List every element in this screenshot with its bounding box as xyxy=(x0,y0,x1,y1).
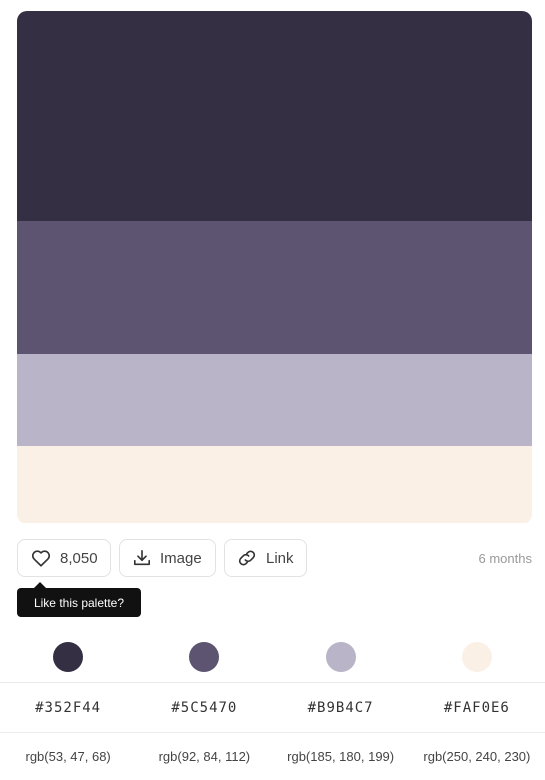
copy-link-button[interactable]: Link xyxy=(224,539,307,577)
link-label: Link xyxy=(266,549,294,567)
color-dot[interactable] xyxy=(325,642,356,672)
color-dot[interactable] xyxy=(53,642,84,672)
download-icon xyxy=(133,549,151,567)
image-label: Image xyxy=(160,549,202,567)
color-dot[interactable] xyxy=(461,642,492,672)
divider xyxy=(0,732,545,733)
heart-icon xyxy=(31,549,51,567)
color-dot[interactable] xyxy=(189,642,220,672)
download-image-button[interactable]: Image xyxy=(119,539,216,577)
palette-swatch[interactable] xyxy=(17,11,532,221)
palette-actions: 8,050 Image Link 6 months xyxy=(17,539,532,577)
rgb-value[interactable]: rgb(185, 180, 199) xyxy=(287,749,394,764)
color-dots-row xyxy=(0,642,545,672)
hex-code[interactable]: #352F44 xyxy=(35,700,101,716)
palette-swatch[interactable] xyxy=(17,446,532,523)
hex-code[interactable]: #B9B4C7 xyxy=(308,700,374,716)
rgb-value[interactable]: rgb(53, 47, 68) xyxy=(25,749,110,764)
rgb-value[interactable]: rgb(250, 240, 230) xyxy=(423,749,530,764)
palette-preview[interactable] xyxy=(17,11,532,524)
rgb-values-row: rgb(53, 47, 68) rgb(92, 84, 112) rgb(185… xyxy=(0,746,545,766)
rgb-value[interactable]: rgb(92, 84, 112) xyxy=(159,749,251,764)
like-button[interactable]: 8,050 xyxy=(17,539,111,577)
like-tooltip: Like this palette? xyxy=(17,582,141,617)
palette-age: 6 months xyxy=(478,551,532,566)
like-count: 8,050 xyxy=(60,549,98,567)
hex-code[interactable]: #FAF0E6 xyxy=(444,700,510,716)
palette-swatch[interactable] xyxy=(17,354,532,446)
tooltip-text: Like this palette? xyxy=(33,595,125,610)
divider xyxy=(0,682,545,683)
palette-swatch[interactable] xyxy=(17,221,532,354)
link-icon xyxy=(237,549,257,567)
hex-code[interactable]: #5C5470 xyxy=(171,700,237,716)
hex-codes-row: #352F44 #5C5470 #B9B4C7 #FAF0E6 xyxy=(0,696,545,720)
